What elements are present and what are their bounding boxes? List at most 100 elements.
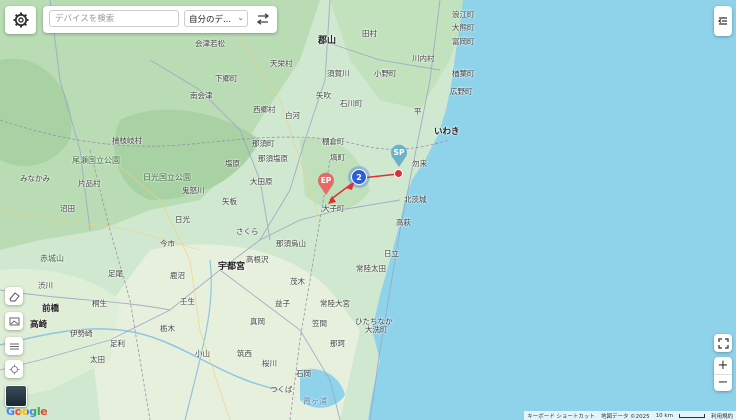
place-label: 天栄村: [270, 59, 293, 68]
device-search-input[interactable]: [49, 10, 179, 27]
place-label: 会津若松: [195, 39, 225, 48]
place-label: 郡山: [318, 36, 337, 46]
keyboard-shortcuts-link[interactable]: キーボード ショートカット: [527, 412, 595, 420]
place-label: 太田: [90, 355, 105, 364]
place-label: 北茨城: [404, 195, 427, 204]
place-label: つくば: [270, 385, 293, 394]
place-label: 筑西: [237, 349, 252, 358]
place-label: 足尾: [108, 269, 123, 278]
start-point-label: SP: [393, 148, 405, 157]
eraser-icon: [8, 291, 20, 301]
map-canvas[interactable]: [0, 0, 736, 420]
start-point-marker[interactable]: SP: [389, 144, 409, 168]
place-label: 日立: [384, 249, 399, 258]
zoom-out-button[interactable]: −: [714, 375, 732, 392]
place-label: 川内村: [412, 54, 435, 63]
device-filter-value: 自分のデ...: [189, 15, 232, 25]
map-type-thumbnail[interactable]: [5, 385, 27, 407]
fullscreen-icon: [717, 337, 729, 349]
zoom-in-button[interactable]: +: [714, 357, 732, 375]
place-label: 尾瀬国立公園: [72, 156, 120, 165]
place-label: 大熊町: [452, 23, 475, 32]
layer-tool-button[interactable]: [5, 312, 23, 330]
place-label: 石岡: [296, 369, 311, 378]
google-logo: Google: [6, 405, 48, 418]
scale-label: 10 km: [655, 412, 673, 419]
place-label: 那須町: [252, 139, 275, 148]
place-label: 日光国立公園: [143, 173, 191, 182]
draw-tool-button[interactable]: [5, 287, 23, 305]
place-label: 富岡町: [452, 37, 475, 46]
place-label: 霞ヶ浦: [303, 397, 327, 406]
place-label: 鹿沼: [170, 271, 185, 280]
place-label: 壬生: [180, 297, 195, 306]
place-label: 小山: [195, 349, 210, 358]
map-data-text: 地図データ ©2025: [600, 413, 650, 420]
place-label: 渋川: [38, 281, 53, 290]
swap-arrows-icon: [256, 13, 270, 25]
crosshair-icon: [9, 364, 19, 374]
chevron-down-icon: ⌄: [237, 13, 244, 22]
collapse-panel-icon: [718, 17, 727, 25]
place-label: 棚倉町: [322, 137, 345, 146]
place-label: 下郷町: [215, 74, 238, 83]
attribution-bar: キーボード ショートカット 地図データ ©2025 10 km 利用規約: [524, 411, 736, 420]
place-label: 塩原: [225, 159, 240, 168]
settings-button[interactable]: [5, 6, 36, 34]
place-label: 南会津: [190, 91, 213, 100]
place-label: 高崎: [30, 320, 48, 330]
place-label: 前橋: [42, 304, 60, 314]
place-label: 赤城山: [40, 254, 64, 263]
list-icon: [9, 343, 19, 349]
device-search-bar: 自分のデ... ⌄: [43, 6, 277, 33]
place-label: 那須烏山: [276, 239, 306, 248]
zoom-controls: + −: [714, 357, 732, 391]
place-label: 塙町: [330, 153, 345, 162]
place-label: みなかみ: [20, 174, 50, 183]
place-label: 常陸太田: [356, 264, 386, 273]
place-label: 栃木: [160, 324, 175, 333]
place-label: 西郷村: [253, 105, 276, 114]
place-label: 大子町: [322, 204, 345, 213]
place-label: 桜川: [262, 359, 277, 368]
scale-bar: [678, 413, 705, 418]
locate-tool-button[interactable]: [5, 360, 23, 378]
place-label: 勿来: [412, 159, 427, 168]
end-point-label: EP: [320, 176, 332, 185]
place-label: 桐生: [92, 299, 107, 308]
place-label: 日光: [175, 215, 190, 224]
cluster-count: 2: [356, 172, 362, 182]
terms-link[interactable]: 利用規約: [711, 412, 733, 420]
place-label: 田村: [362, 29, 377, 38]
place-label: さくら: [236, 227, 259, 236]
place-label: 高萩: [396, 218, 411, 227]
place-label: 矢吹: [316, 91, 331, 100]
place-label: 檜枝岐村: [112, 136, 142, 145]
image-layer-icon: [9, 317, 19, 325]
panel-toggle-button[interactable]: [714, 6, 732, 36]
place-label: いわき: [434, 127, 460, 137]
swap-button[interactable]: [254, 10, 272, 28]
cluster-marker[interactable]: 2: [348, 166, 370, 188]
plus-icon: +: [717, 357, 729, 373]
device-filter-select[interactable]: 自分のデ... ⌄: [184, 10, 248, 27]
place-label: 那須塩原: [258, 154, 288, 163]
end-point-marker[interactable]: EP: [316, 172, 336, 196]
place-label: 益子: [275, 299, 290, 308]
place-label: 楢葉町: [452, 69, 475, 78]
place-label: 鬼怒川: [182, 186, 205, 195]
place-label: 大洗町: [365, 325, 388, 334]
place-label: 片品村: [78, 179, 101, 188]
place-label: 広野町: [450, 87, 473, 96]
place-label: 高根沢: [246, 255, 269, 264]
place-label: 真岡: [250, 317, 265, 326]
place-label: 小野町: [374, 69, 397, 78]
place-label: 浪江町: [452, 10, 475, 19]
place-label: 那珂: [330, 339, 345, 348]
place-label: 矢板: [222, 197, 237, 206]
place-label: 伊勢崎: [70, 329, 93, 338]
gear-icon: [13, 12, 28, 28]
place-label: 常陸大宮: [320, 299, 350, 308]
list-tool-button[interactable]: [5, 337, 23, 355]
fullscreen-button[interactable]: [714, 334, 732, 352]
